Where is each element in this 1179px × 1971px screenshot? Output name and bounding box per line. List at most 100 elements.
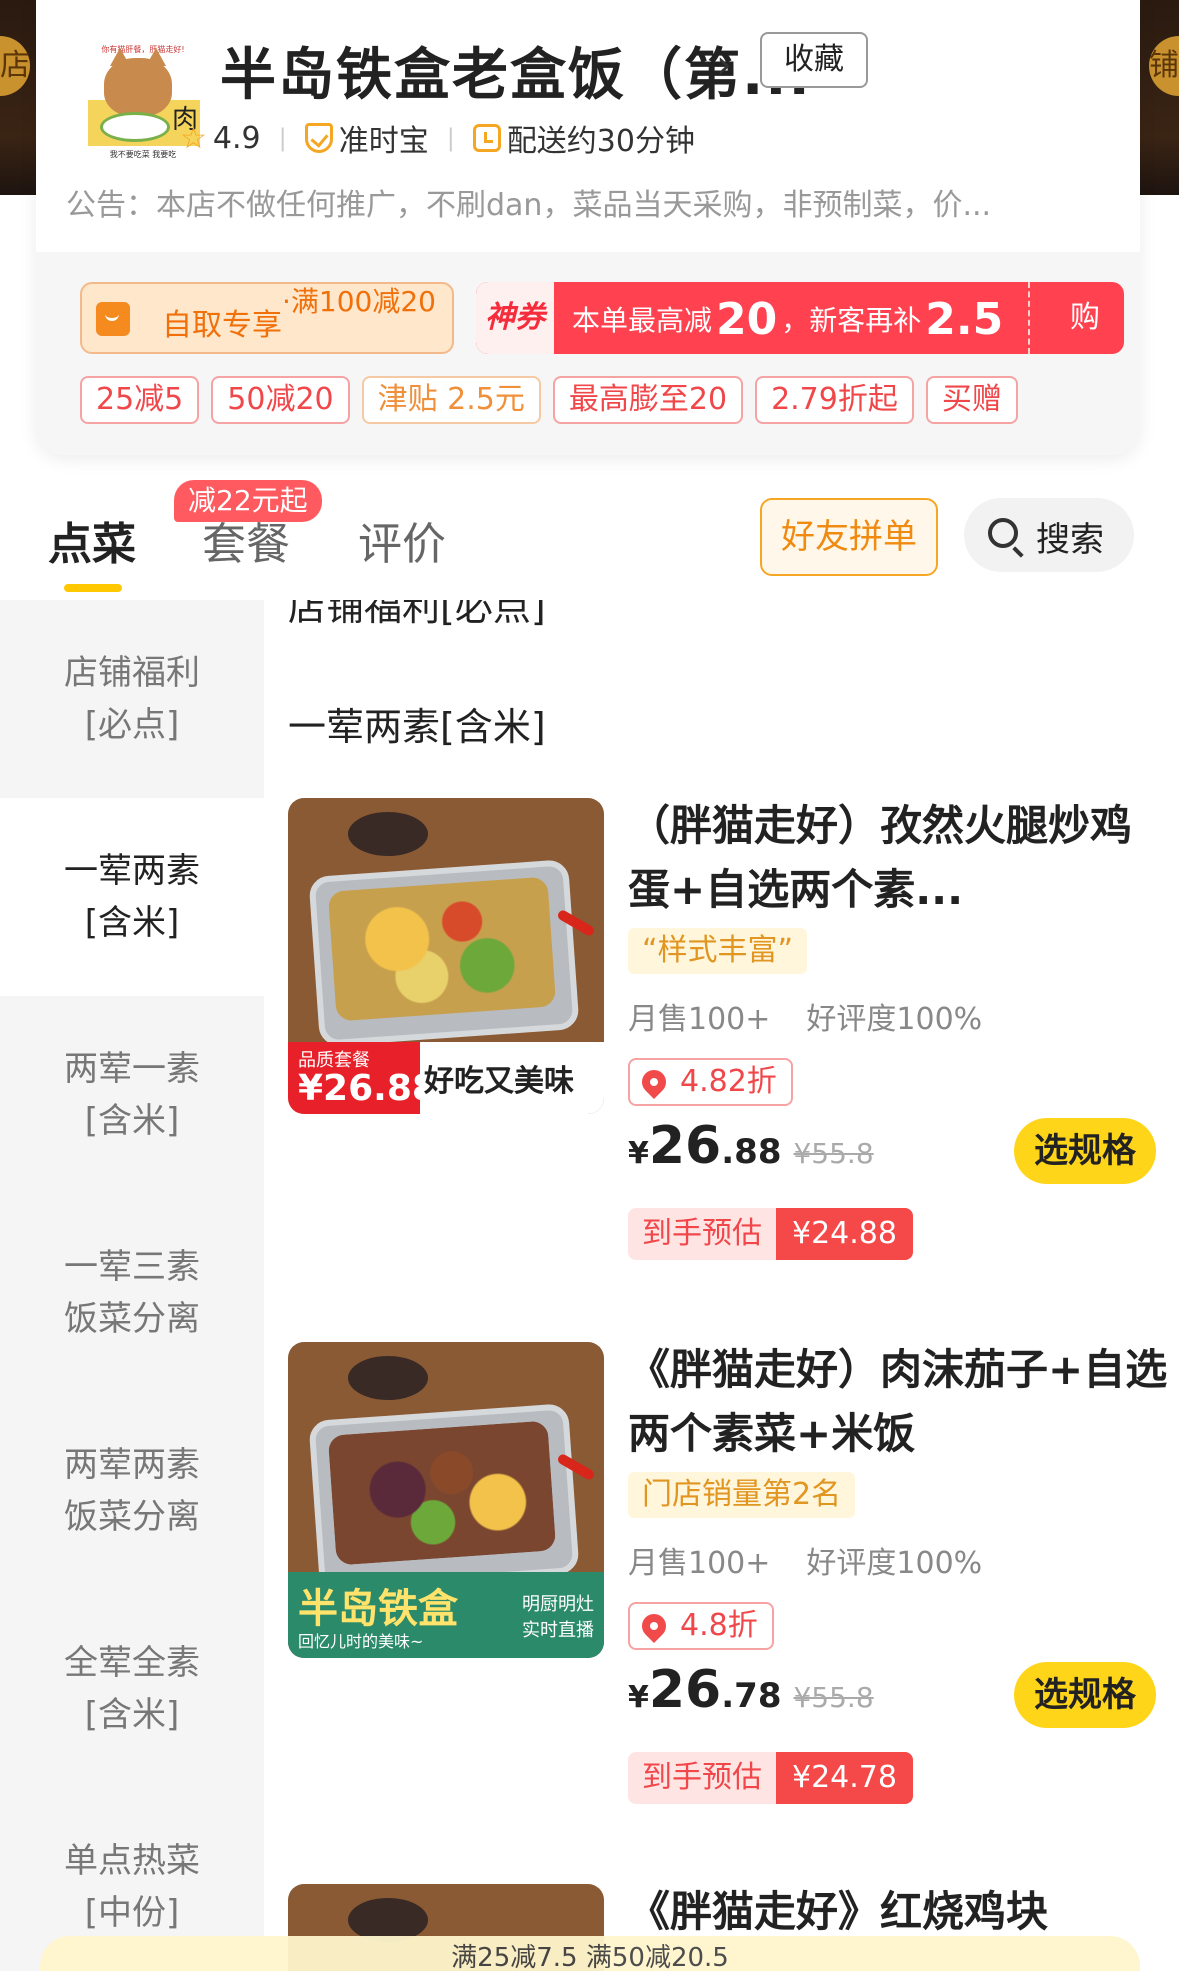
monthly-sales: 月售100+ <box>628 1002 771 1037</box>
pickup-offer-text: ·满100减20 <box>282 285 436 318</box>
price-integer: 26 <box>648 1660 722 1720</box>
group-order-button[interactable]: 好友拼单 <box>760 498 938 576</box>
store-header: 你有猫肝餐，肝猫走好! 肉 我不要吃菜 我要吃 半岛铁盒老盒饭（第... › 收… <box>36 0 1140 252</box>
price-decimal: .78 <box>721 1676 782 1716</box>
star-icon: ☆ <box>180 120 207 156</box>
estimated-price: 到手预估 ¥24.88 <box>628 1208 913 1260</box>
coupon-mid: ，新客再补 <box>781 304 922 337</box>
promo-tag[interactable]: 25减5 <box>80 376 200 424</box>
dish-name[interactable]: 《胖猫走好》红烧鸡块 <box>628 1880 1168 1944</box>
choose-spec-button[interactable]: 选规格 <box>1014 1118 1156 1184</box>
dish-name[interactable]: 《胖猫走好）肉沫茄子+自选两个素菜+米饭 <box>628 1338 1168 1466</box>
coupon-buy-button[interactable]: 购 <box>1046 282 1124 354</box>
discount-text: 4.8折 <box>680 1608 758 1643</box>
category-sublabel: [含米] <box>84 903 180 943</box>
category-sublabel: 饭菜分离 <box>64 1497 200 1537</box>
dish-rating: 好评度100% <box>806 1546 983 1581</box>
category-label: 两荤两素 <box>64 1445 200 1485</box>
banner-edge-left: 店 <box>0 36 30 96</box>
price-tag-icon <box>637 1609 671 1643</box>
image-promo-band: 半岛铁盒 回忆儿时的美味~ 明厨明灶 实时直播 <box>288 1572 604 1658</box>
coupon-prefix: 本单最高减 <box>572 304 713 337</box>
section-heading-partial: 店铺福利[必点] <box>288 600 546 629</box>
search-button[interactable]: 搜索 <box>964 498 1134 572</box>
image-right-text-1: 明厨明灶 <box>522 1594 594 1615</box>
category-item[interactable]: 两荤一素 [含米] <box>0 996 264 1194</box>
image-badge-price: ¥26.88 <box>298 1068 437 1109</box>
store-rating: 4.9 <box>212 120 261 156</box>
original-price: ¥55.8 <box>793 1681 874 1714</box>
estimate-label: 到手预估 <box>628 1752 776 1804</box>
section-heading: 一荤两素[含米] <box>288 705 546 749</box>
coupon-banner[interactable]: 神券 本单最高减20 ，新客再补2.5 购 <box>476 282 1124 354</box>
dish-image[interactable]: 半岛铁盒 回忆儿时的美味~ 明厨明灶 实时直播 <box>288 1342 604 1658</box>
discount-text: 4.82折 <box>680 1064 777 1099</box>
tab-bar: 点菜 套餐 评价 减22元起 好友拼单 搜索 <box>0 480 1179 600</box>
image-promo-band: 品质套餐 ¥26.88 好吃又美味 <box>288 1042 604 1114</box>
category-item[interactable]: 一荤三素 饭菜分离 <box>0 1194 264 1392</box>
currency-symbol: ¥ <box>628 1136 649 1171</box>
promo-tag[interactable]: 买赠 <box>925 376 1018 424</box>
estimate-value: ¥24.88 <box>776 1208 913 1260</box>
dish-card[interactable]: 半岛铁盒 回忆儿时的美味~ 明厨明灶 实时直播 《胖猫走好）肉沫茄子+自选两个素… <box>288 1342 1168 1842</box>
divider: | <box>446 124 455 152</box>
promo-tag[interactable]: 津贴 2.5元 <box>361 376 541 424</box>
search-icon <box>988 518 1018 548</box>
discount-badge: 4.82折 <box>628 1058 793 1106</box>
store-meta-row: ☆ 4.9 | 准时宝 | 配送约30分钟 <box>180 116 695 160</box>
cat-mascot-icon <box>104 48 172 116</box>
dish-list: 店铺福利[必点] 一荤两素[含米] 品质套餐 ¥26.88 好吃又美味 （胖猫走… <box>264 600 1179 1971</box>
category-label: 两荤一素 <box>64 1049 200 1089</box>
coupon-badge: 神券 <box>476 282 554 354</box>
dish-name[interactable]: （胖猫走好）孜然火腿炒鸡蛋+自选两个素... <box>628 794 1168 922</box>
image-brand: 半岛铁盒 <box>298 1586 458 1632</box>
price-tag-icon <box>637 1065 671 1099</box>
category-label: 单点热菜 <box>64 1841 200 1881</box>
category-item[interactable]: 全荤全素 [含米] <box>0 1590 264 1788</box>
logo-top-text: 你有猫肝餐，肝猫走好! <box>101 45 185 54</box>
coupon-amount: 20 <box>716 294 778 345</box>
promo-tag[interactable]: 最高膨至20 <box>552 376 744 424</box>
cart-promo-hint: 满25减7.5 满50减20.5 <box>40 1936 1140 1971</box>
category-sublabel: [中份] <box>84 1893 180 1933</box>
store-info-card: 你有猫肝餐，肝猫走好! 肉 我不要吃菜 我要吃 半岛铁盒老盒饭（第... › 收… <box>36 0 1140 455</box>
pickup-label: 自取专享 <box>162 308 282 343</box>
dish-card[interactable]: 品质套餐 ¥26.88 好吃又美味 （胖猫走好）孜然火腿炒鸡蛋+自选两个素...… <box>288 798 1168 1298</box>
banner-edge-right: 铺 <box>1149 36 1179 96</box>
currency-symbol: ¥ <box>628 1680 649 1715</box>
estimated-price: 到手预估 ¥24.78 <box>628 1752 913 1804</box>
store-notice[interactable]: 公告：本店不做任何推广，不刷dan，菜品当天采购，非预制菜，价... <box>66 180 1106 224</box>
promo-tag[interactable]: 50减20 <box>211 376 350 424</box>
dish-price: ¥26.78 ¥55.8 <box>628 1660 874 1720</box>
image-slogan: 好吃又美味 <box>424 1064 574 1099</box>
coupon-text: 本单最高减20 ，新客再补2.5 <box>572 294 1007 345</box>
choose-spec-button[interactable]: 选规格 <box>1014 1662 1156 1728</box>
tab-order[interactable]: 点菜 <box>48 508 136 572</box>
dish-image[interactable]: 品质套餐 ¥26.88 好吃又美味 <box>288 798 604 1114</box>
estimate-value: ¥24.78 <box>776 1752 913 1804</box>
shopping-bag-icon <box>96 302 130 336</box>
category-item[interactable]: 两荤两素 饭菜分离 <box>0 1392 264 1590</box>
tab-reviews[interactable]: 评价 <box>358 508 446 572</box>
ontime-label[interactable]: 准时宝 <box>339 116 429 160</box>
shield-check-icon <box>304 123 333 153</box>
image-subtitle: 回忆儿时的美味~ <box>298 1632 424 1651</box>
chevron-right-icon[interactable]: › <box>716 42 732 88</box>
category-item[interactable]: 店铺福利 [必点] <box>0 600 264 798</box>
price-decimal: .88 <box>721 1132 782 1172</box>
delivery-time: 配送约30分钟 <box>506 124 695 159</box>
category-item-active[interactable]: 一荤两素 [含米] <box>0 798 264 996</box>
category-label: 全荤全素 <box>64 1643 200 1683</box>
dish-tag: “样式丰富” <box>628 928 808 974</box>
price-integer: 26 <box>648 1116 722 1176</box>
clock-icon <box>472 124 501 152</box>
discount-badge: 4.8折 <box>628 1602 774 1650</box>
divider: | <box>278 124 287 152</box>
promo-tag[interactable]: 2.79折起 <box>755 376 914 424</box>
favorite-button[interactable]: 收藏 <box>760 32 868 88</box>
search-label: 搜索 <box>1036 520 1104 560</box>
category-sublabel: [含米] <box>84 1695 180 1735</box>
pickup-offer[interactable]: 自取专享 ·满100减20 <box>80 282 454 354</box>
image-right-text-2: 实时直播 <box>522 1620 594 1641</box>
bundle-discount-badge: 减22元起 <box>174 480 322 522</box>
